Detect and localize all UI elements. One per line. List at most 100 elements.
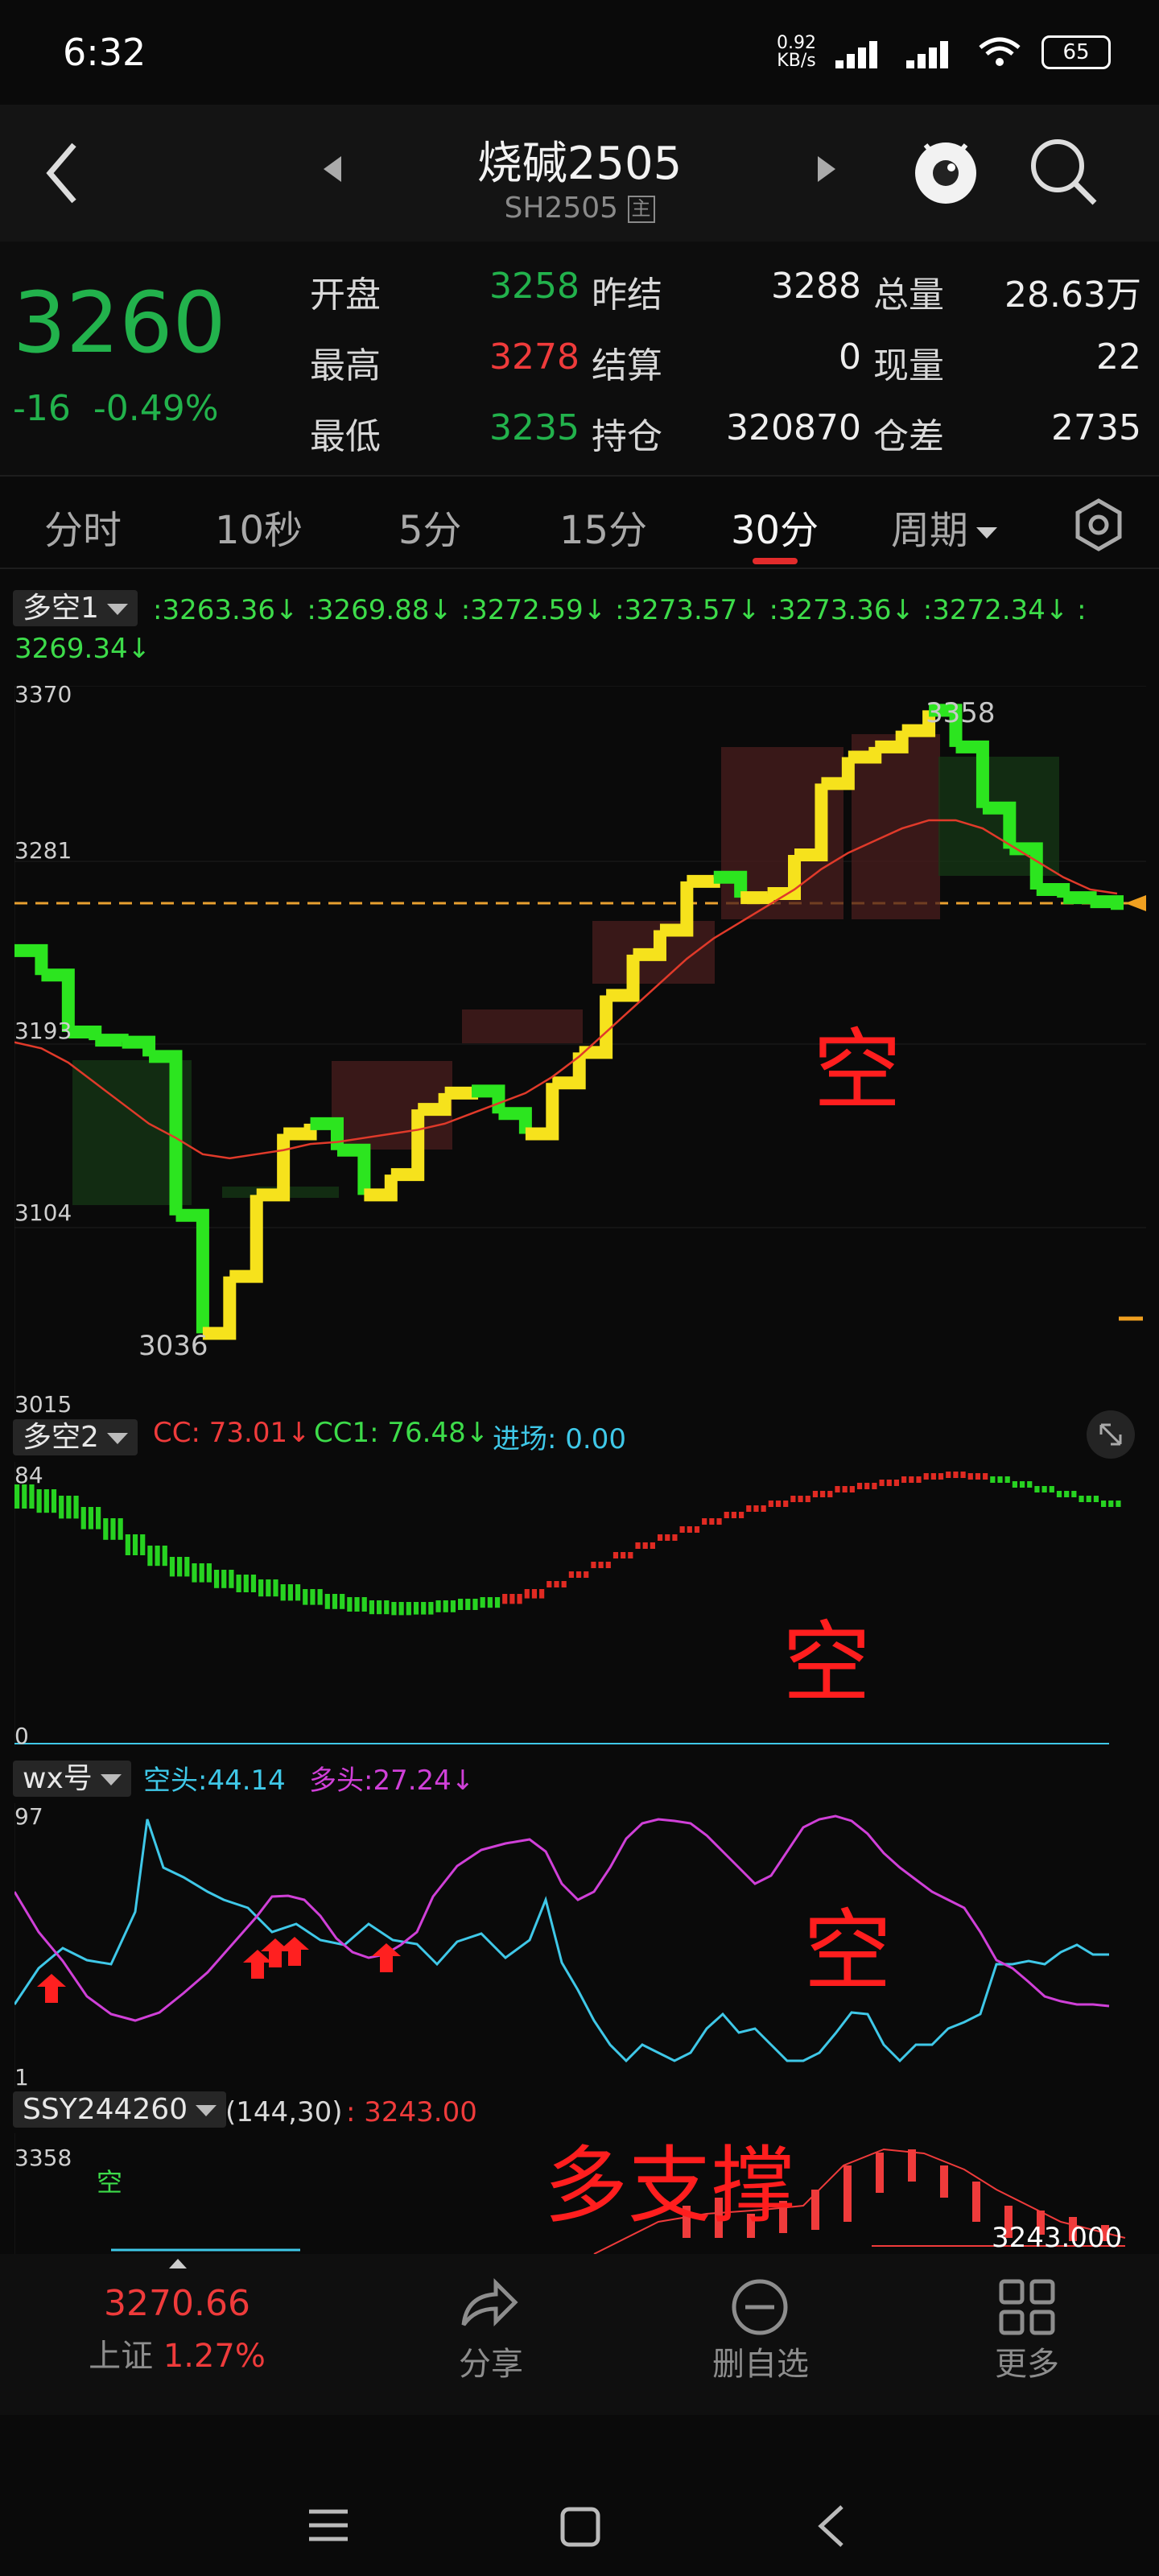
ribbon-bar [243,1575,249,1592]
ribbon-bar [650,1542,655,1549]
ribbon-bar [946,1472,951,1478]
ribbon-bar [465,1599,471,1610]
ribbon-bar [509,1594,515,1604]
ribbon-bar [494,1597,501,1608]
ribbon-bar [901,1476,907,1483]
ribbon-bar [1034,1486,1040,1492]
remove-favorite-icon[interactable] [729,2277,790,2338]
ribbon-bar [184,1557,190,1577]
ribbon-bar [798,1496,803,1502]
ribbon-bar [612,1552,619,1558]
last-price: 3260 [13,274,226,372]
ribbon-bar [443,1600,448,1612]
ribbon-bar [575,1571,582,1578]
candle-chart[interactable] [14,686,1146,1409]
ribbon-bar [1108,1501,1114,1507]
panel3-overlay-text: 空 [803,1900,892,2003]
ribbon-bar [340,1594,345,1609]
panel1-overlay-text: 空 [813,1019,901,1122]
ribbon-bar [983,1473,988,1480]
index-value[interactable]: 3270.66 [48,2283,306,2324]
ribbon-bar [1093,1496,1099,1502]
label-open: 开盘 [310,275,381,316]
price-step-9 [229,1195,263,1283]
ribbon-bar [192,1563,197,1583]
back-nav-icon[interactable] [813,2502,848,2550]
panel2-chart[interactable] [14,1462,1146,1747]
contract-code: SH2505 主 [0,192,1159,225]
period-tabs: 分时 10秒 5分 15分 30分 周期 [0,479,1159,569]
menu-icon[interactable] [306,2505,351,2545]
ribbon-bar [990,1476,996,1483]
panel3-chart[interactable] [14,1803,1146,2088]
ribbon-bar [1101,1501,1107,1507]
expand-button[interactable] [1087,1410,1135,1459]
ribbon-bar [975,1473,981,1480]
settings-hex-icon[interactable] [1070,497,1127,553]
panel3-selector[interactable]: wx号 [13,1755,131,1797]
header-bar: 烧碱2505 SH2505 主 [0,105,1159,242]
more-button[interactable]: 更多 [971,2338,1083,2384]
next-contract-icon[interactable] [815,153,839,185]
ribbon-bar [51,1489,57,1513]
trough-label: 3036 [138,1330,208,1362]
ribbon-bar [125,1534,130,1555]
ribbon-bar [598,1562,604,1568]
panel1-selector[interactable]: 多空1 [13,584,138,626]
more-grid-icon[interactable] [996,2277,1058,2338]
search-icon[interactable] [1027,135,1099,208]
index-info[interactable]: 上证 1.27% [48,2330,306,2376]
tab-period[interactable]: 周期 [891,498,998,555]
ribbon-bar [628,1552,633,1558]
ribbon-bar [554,1581,559,1587]
peak-label: 3358 [926,697,996,729]
active-tab-indicator [753,558,798,564]
share-icon[interactable] [456,2277,520,2333]
ribbon-bar [1004,1476,1010,1483]
ribbon-bar [635,1542,641,1549]
system-nav-bar [0,2415,1159,2576]
mascot-icon[interactable] [909,129,982,209]
ribbon-bar [59,1496,64,1519]
p2-axis-bottom: 0 [14,1723,29,1749]
ribbon-bar [1086,1496,1091,1502]
ribbon-bar [303,1589,308,1605]
ribbon-bar [584,1571,589,1578]
ribbon-bar [347,1597,353,1612]
tab-30m[interactable]: 30分 [731,498,819,555]
status-icons: 0.92 KB/s 65 [777,32,1111,72]
index-expand-icon[interactable] [169,2259,187,2268]
cell-signal-icon [835,36,887,68]
ribbon-bar [531,1589,538,1599]
share-button[interactable]: 分享 [435,2338,547,2384]
home-icon[interactable] [559,2505,602,2549]
cc-ribbon [14,1472,1121,1616]
ribbon-bar [827,1491,833,1497]
ribbon-bar [916,1476,922,1483]
ribbon-bar [199,1563,204,1583]
ribbon-bar [361,1597,367,1612]
panel2-cc: CC: 73.01↓ [153,1417,311,1449]
panel4-selector[interactable]: SSY244260 [13,2091,227,2128]
ribbon-bar [88,1507,94,1530]
ribbon-bar [783,1501,789,1507]
panel1-value-last: 3269.34↓ [14,633,151,665]
ribbon-bar [909,1476,914,1483]
ribbon-bar [753,1505,759,1512]
quote-panel: 3260 -16 -0.49% 开盘 最高 最低 3258 3278 3235 … [0,242,1159,477]
price-step-19 [498,1107,532,1134]
ribbon-bar [413,1602,419,1615]
bottom-toolbar: 3270.66 上证 1.27% 分享 删自选 更多 [0,2254,1159,2415]
ribbon-bar [421,1602,427,1615]
ribbon-bar [377,1600,382,1615]
tab-15m[interactable]: 15分 [559,498,647,555]
tab-intraday[interactable]: 分时 [44,498,122,555]
ribbon-bar [221,1570,227,1588]
remove-favorite-button[interactable]: 删自选 [692,2338,829,2384]
tab-10s[interactable]: 10秒 [215,498,303,555]
ribbon-bar [273,1579,278,1597]
panel2-selector[interactable]: 多空2 [13,1414,138,1455]
panel3-short: 空头:44.14 [143,1765,286,1797]
price-change: -16 -0.49% [13,388,219,429]
tab-5m[interactable]: 5分 [398,498,462,555]
